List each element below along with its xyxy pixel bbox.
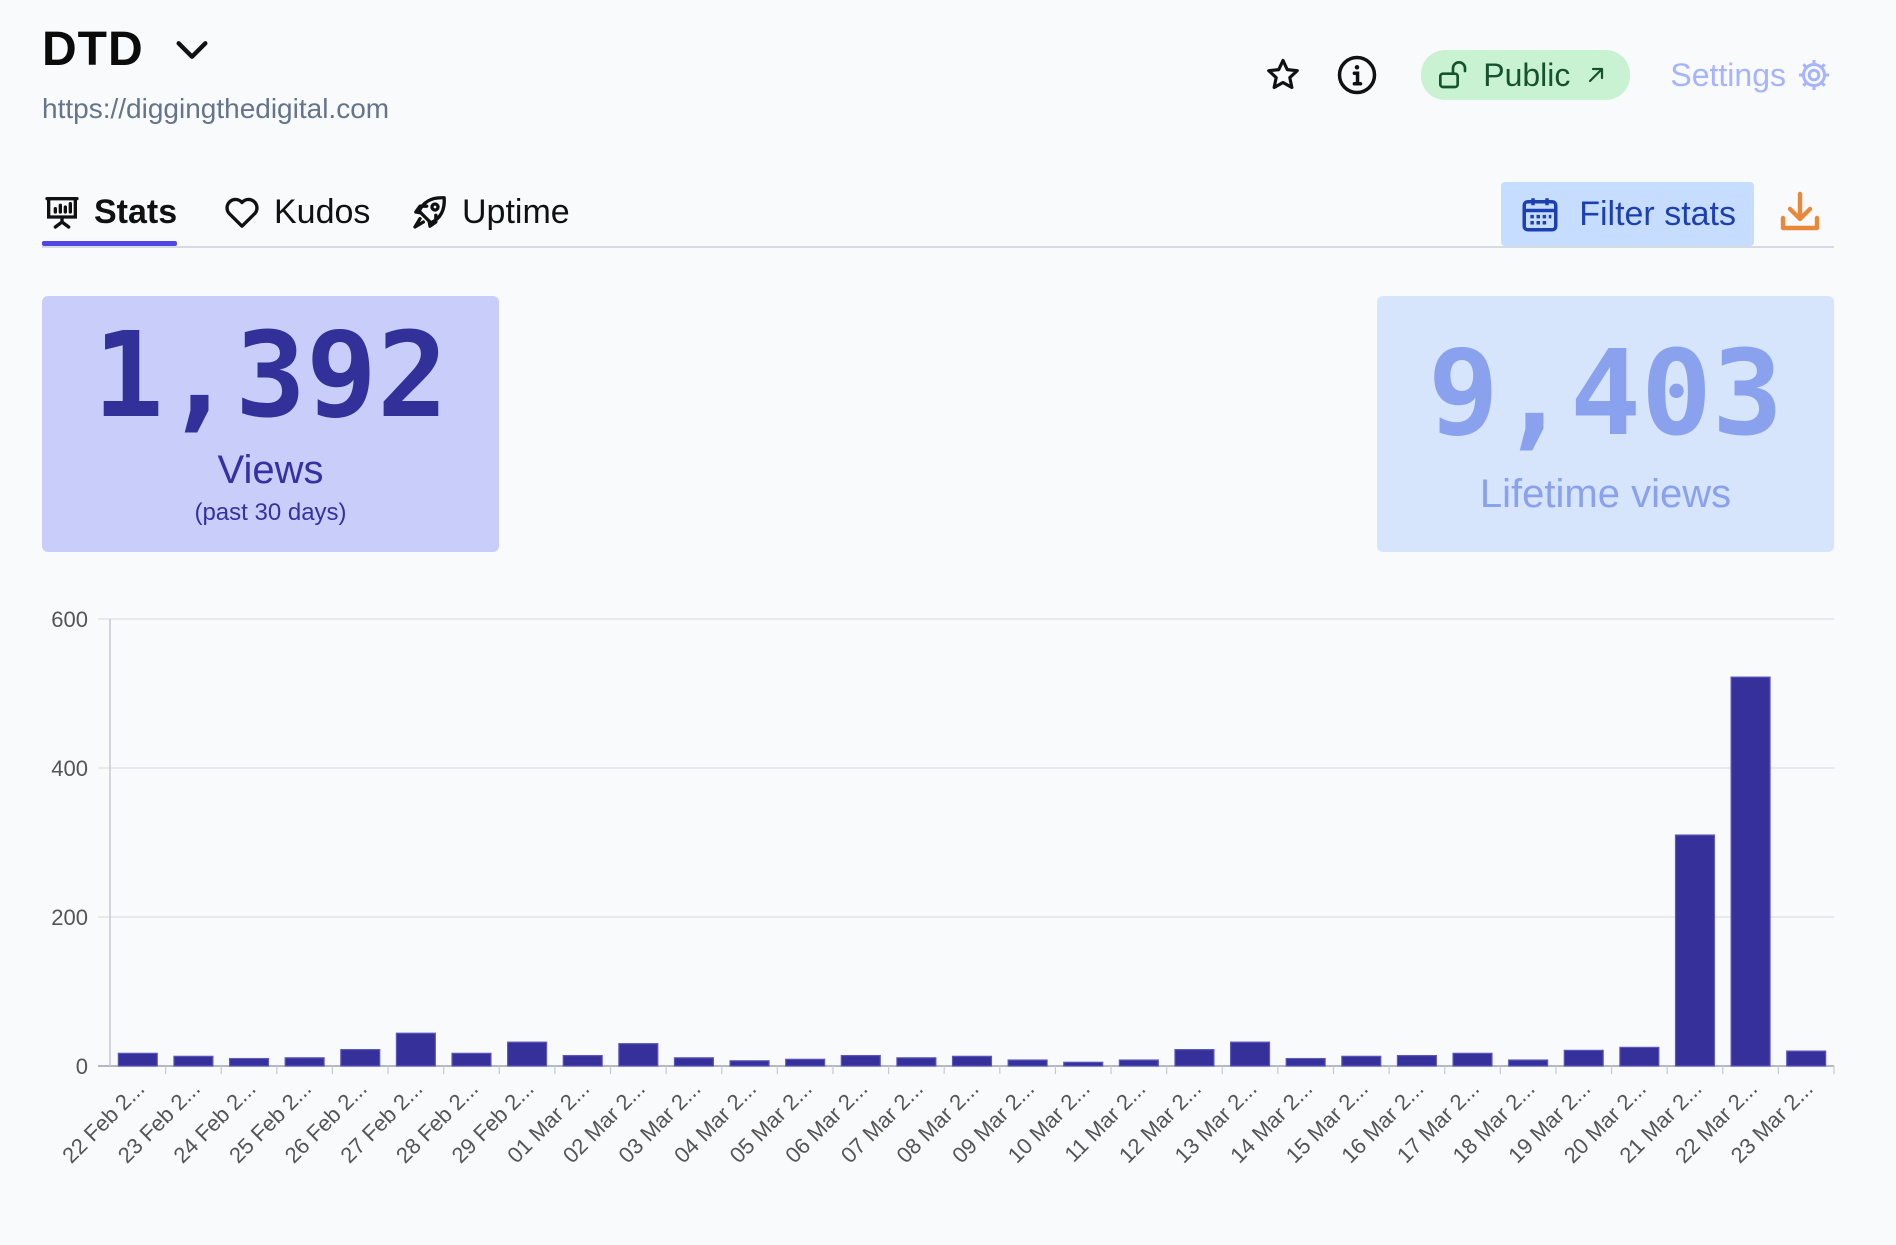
chart-bar [1341, 1055, 1382, 1067]
y-tick-label: 200 [51, 905, 88, 930]
tab-label: Kudos [274, 192, 371, 231]
lifetime-views-value: 9,403 [1427, 324, 1784, 462]
external-arrow-icon [1584, 63, 1608, 87]
tab-stats[interactable]: Stats [42, 182, 178, 246]
site-title: DTD [42, 23, 144, 76]
views-card: 1,392 Views (past 30 days) [42, 296, 499, 552]
info-icon[interactable] [1335, 53, 1379, 97]
chart-bar [1396, 1054, 1437, 1067]
bar-chart-svg: 020040060022 Feb 2...23 Feb 2...24 Feb 2… [51, 607, 1835, 1168]
chart-bar [1118, 1059, 1159, 1067]
chart-bar [1007, 1059, 1048, 1067]
chart-bar [840, 1054, 881, 1067]
tab-bar: Stats Kudos Uptime Filter stats [42, 174, 1834, 248]
y-tick-label: 0 [76, 1054, 88, 1079]
chart-bar [729, 1060, 770, 1067]
star-icon[interactable] [1261, 53, 1305, 97]
lifetime-views-label: Lifetime views [1479, 472, 1732, 516]
views-period: (past 30 days) [194, 499, 347, 526]
chart-bar [395, 1032, 436, 1067]
filter-stats-button[interactable]: Filter stats [1501, 182, 1754, 246]
public-label: Public [1483, 56, 1571, 93]
chart-bar [1730, 676, 1771, 1067]
heart-icon [222, 192, 262, 232]
site-url[interactable]: https://diggingthedigital.com [42, 93, 389, 125]
chart-bar [1229, 1041, 1271, 1067]
calendar-icon [1519, 193, 1561, 235]
chart-bar [896, 1057, 937, 1067]
chart-bar [673, 1057, 714, 1067]
site-header: DTD https://diggingthedigital.com [42, 22, 389, 125]
chart-bar [117, 1052, 158, 1067]
chart-bar [1563, 1049, 1604, 1067]
chart-bar [1285, 1057, 1326, 1067]
chart-bar [1174, 1049, 1215, 1067]
tab-kudos[interactable]: Kudos [222, 182, 370, 242]
gear-icon [1796, 57, 1832, 93]
chart-bar [284, 1057, 325, 1067]
chart-bar [340, 1049, 381, 1067]
chart-bar [1674, 834, 1716, 1067]
chart-bar [1452, 1052, 1493, 1067]
chart-bar [1508, 1059, 1549, 1067]
views-chart: 0 200 400 600 22 Feb 2... 23 Feb 2... 24 Feb 2… [0, 600, 1896, 1240]
chart-bar [1619, 1046, 1660, 1067]
chart-bar [618, 1043, 659, 1067]
chart-bar [1786, 1050, 1827, 1067]
download-icon[interactable] [1776, 188, 1826, 238]
y-tick-label: 600 [51, 607, 88, 632]
chart-bar [785, 1058, 826, 1067]
unlock-icon [1437, 59, 1469, 91]
settings-link[interactable]: Settings [1670, 57, 1832, 94]
tab-label: Uptime [462, 192, 570, 231]
chart-bar [951, 1055, 993, 1067]
settings-label: Settings [1670, 56, 1786, 93]
tab-label: Stats [94, 192, 178, 231]
chart-bar [1063, 1061, 1104, 1067]
views-label: Views [217, 448, 324, 492]
rocket-icon [410, 192, 450, 232]
public-toggle[interactable]: Public [1421, 50, 1631, 100]
chart-bar [451, 1052, 492, 1067]
chart-bar [507, 1041, 548, 1067]
y-tick-label: 400 [51, 756, 88, 781]
header-actions: Public Settings [1261, 50, 1832, 100]
chart-bar [173, 1055, 214, 1067]
chevron-down-icon[interactable] [172, 29, 214, 71]
chart-bar [228, 1057, 270, 1067]
chart-icon [42, 192, 82, 232]
filter-label: Filter stats [1579, 194, 1736, 233]
tab-uptime[interactable]: Uptime [410, 182, 570, 242]
views-value: 1,392 [92, 306, 449, 444]
lifetime-views-card: 9,403 Lifetime views [1377, 296, 1834, 552]
chart-bar [562, 1054, 603, 1067]
